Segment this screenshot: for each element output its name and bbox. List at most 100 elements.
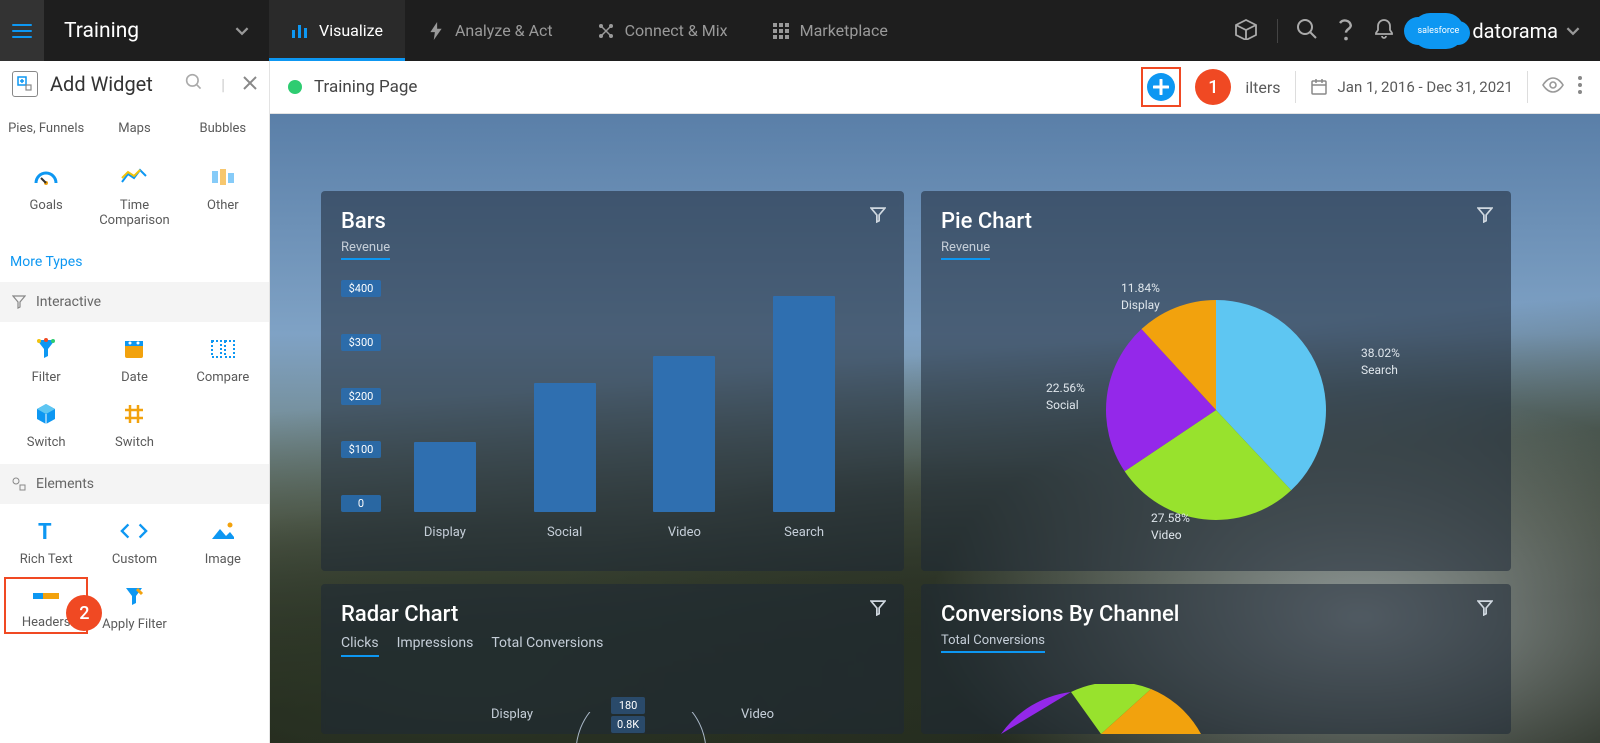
nav-label: Marketplace — [800, 21, 888, 40]
widget-switch-1[interactable]: Switch — [4, 395, 88, 456]
widget-pie[interactable]: Pie Chart Revenue 11.84%Display38.02%Sea… — [921, 191, 1511, 571]
nav-label: Visualize — [319, 21, 383, 40]
tab-impressions[interactable]: Impressions — [397, 635, 474, 657]
pie-label-search: 38.02%Search — [1361, 345, 1400, 379]
divider: | — [215, 75, 231, 94]
bar-search[interactable] — [773, 296, 835, 512]
x-label: Display — [414, 525, 476, 540]
divider — [1527, 71, 1528, 103]
hash-icon — [120, 401, 148, 427]
sidebar: Add Widget | Pies, Funnels Maps Bubbles … — [0, 61, 270, 743]
widget-switch-2[interactable]: Switch — [92, 395, 176, 456]
widget-time-comparison[interactable]: Time Comparison — [92, 158, 176, 234]
widget-goals[interactable]: Goals — [4, 158, 88, 234]
bar-display[interactable] — [414, 442, 476, 512]
brand: salesforce datorama — [1412, 13, 1580, 49]
radar-label-video: Video — [741, 707, 774, 722]
page-title: Training Page — [314, 77, 417, 97]
compare-icon — [209, 336, 237, 362]
bolt-icon — [427, 22, 445, 40]
workspace-selector[interactable]: Training — [44, 19, 269, 43]
x-label: Social — [534, 525, 596, 540]
widget-headers[interactable]: Headers — [22, 615, 71, 630]
widget-headers-highlight: Headers 2 — [4, 577, 88, 634]
search-icon[interactable] — [185, 73, 203, 95]
widget-image[interactable]: Image — [181, 512, 265, 573]
nav-label: Connect & Mix — [625, 21, 728, 40]
conversions-partial-chart — [1001, 684, 1201, 734]
widget-rich-text[interactable]: T Rich Text — [4, 512, 88, 573]
search-icon[interactable] — [1296, 18, 1318, 44]
apply-filter-icon — [120, 583, 148, 609]
plus-icon — [1153, 79, 1169, 95]
widget-filter[interactable]: Filter — [4, 330, 88, 391]
widget-maps[interactable]: Maps — [92, 115, 176, 142]
add-button-highlight — [1141, 67, 1181, 107]
visualize-icon — [291, 22, 309, 40]
widget-apply-filter[interactable]: Apply Filter — [92, 577, 176, 638]
bell-icon[interactable] — [1374, 18, 1394, 44]
gauge-icon — [32, 164, 60, 190]
widget-bubbles[interactable]: Bubbles — [181, 115, 265, 142]
nav-visualize[interactable]: Visualize — [269, 0, 405, 61]
card-subtitle: Revenue — [941, 240, 990, 260]
widget-radar[interactable]: Radar Chart Clicks Impressions Total Con… — [321, 584, 904, 734]
workspace-name: Training — [64, 19, 139, 43]
card-subtitle: Revenue — [341, 240, 390, 260]
filters-label[interactable]: ilters — [1245, 78, 1280, 97]
bar-social[interactable] — [534, 383, 596, 512]
pie-label-social: 22.56%Social — [1046, 380, 1085, 414]
date-range-picker[interactable]: Jan 1, 2016 - Dec 31, 2021 — [1310, 78, 1513, 96]
nav-analyze[interactable]: Analyze & Act — [405, 0, 575, 61]
widget-pies-funnels[interactable]: Pies, Funnels — [4, 115, 88, 142]
filter-icon[interactable] — [1477, 207, 1493, 227]
filter-icon[interactable] — [1477, 600, 1493, 620]
widget-compare[interactable]: Compare — [181, 330, 265, 391]
box-icon[interactable] — [1233, 18, 1259, 44]
add-widget-icon — [12, 71, 38, 97]
other-icon — [209, 164, 237, 190]
x-label: Video — [653, 525, 715, 540]
nav-marketplace[interactable]: Marketplace — [750, 0, 910, 61]
top-navigation: Visualize Analyze & Act Connect & Mix Ma… — [269, 0, 910, 61]
code-icon — [120, 518, 148, 544]
radar-label-display: Display — [491, 707, 533, 722]
help-icon[interactable] — [1336, 17, 1356, 45]
dashboard-canvas: Bars Revenue $400$300$200$1000 DisplaySo… — [270, 114, 1600, 743]
topbar: Training Visualize Analyze & Act Connect… — [0, 0, 1600, 61]
filter-icon[interactable] — [870, 207, 886, 227]
tab-total-conversions[interactable]: Total Conversions — [491, 635, 603, 657]
more-types-link[interactable]: More Types — [0, 242, 269, 282]
card-title: Bars — [341, 209, 884, 234]
card-title: Radar Chart — [341, 602, 884, 627]
radar-arc-icon — [571, 712, 711, 743]
sidebar-title: Add Widget — [50, 72, 173, 96]
connect-icon — [597, 22, 615, 40]
close-icon[interactable] — [243, 75, 257, 94]
nav-connect[interactable]: Connect & Mix — [575, 0, 750, 61]
topbar-right: salesforce datorama — [1233, 13, 1600, 49]
section-elements: Elements — [0, 464, 269, 504]
funnel-icon — [32, 336, 60, 362]
image-icon — [209, 518, 237, 544]
card-subtitle: Total Conversions — [941, 633, 1045, 653]
add-button[interactable] — [1147, 73, 1175, 101]
svg-text:T: T — [38, 520, 52, 543]
calendar-icon — [120, 336, 148, 362]
bar-video[interactable] — [653, 356, 715, 512]
widget-conversions[interactable]: Conversions By Channel Total Conversions — [921, 584, 1511, 734]
widget-custom[interactable]: Custom — [92, 512, 176, 573]
more-icon[interactable] — [1578, 76, 1582, 98]
divider — [1295, 71, 1296, 103]
widget-date[interactable]: Date — [92, 330, 176, 391]
eye-icon[interactable] — [1542, 77, 1564, 97]
section-interactive: Interactive — [0, 282, 269, 322]
widget-other[interactable]: Other — [181, 158, 265, 234]
chevron-down-icon[interactable] — [1566, 24, 1580, 38]
tab-clicks[interactable]: Clicks — [341, 635, 379, 657]
widget-bars[interactable]: Bars Revenue $400$300$200$1000 DisplaySo… — [321, 191, 904, 571]
date-range-text: Jan 1, 2016 - Dec 31, 2021 — [1338, 78, 1513, 96]
hamburger-menu[interactable] — [0, 0, 44, 61]
nav-label: Analyze & Act — [455, 21, 553, 40]
filter-icon[interactable] — [870, 600, 886, 620]
